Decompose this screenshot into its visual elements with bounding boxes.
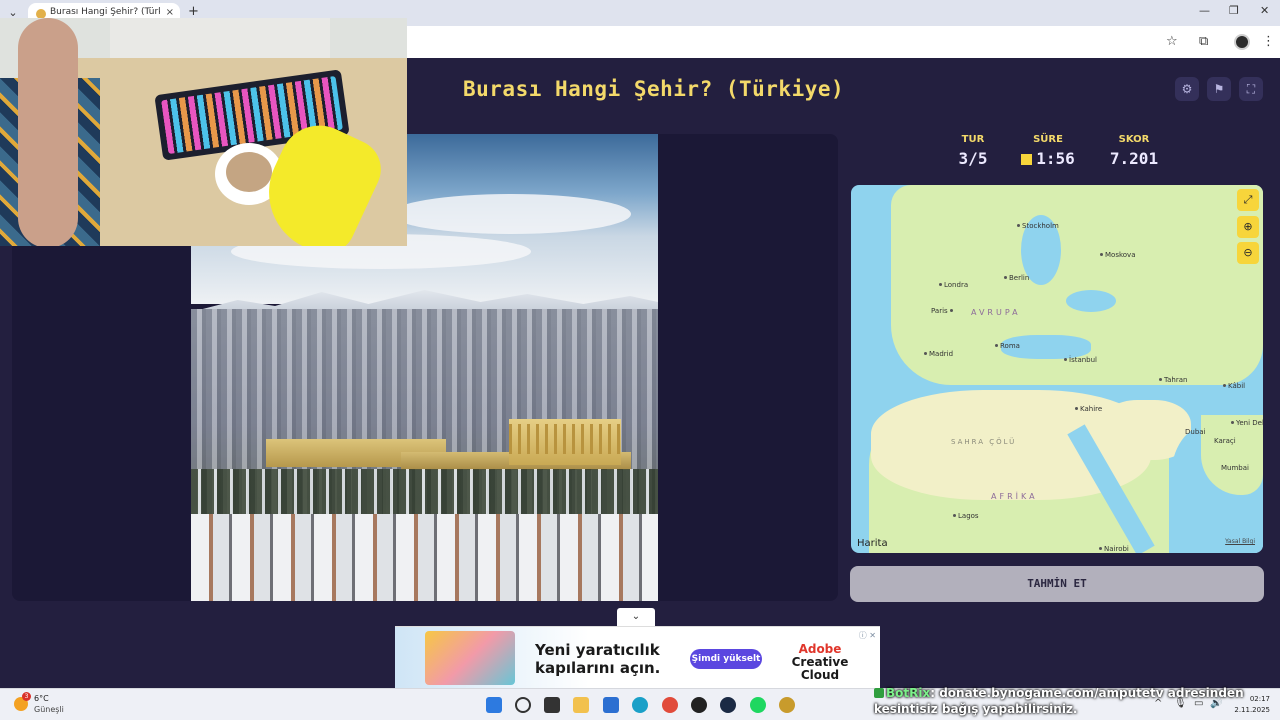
task-view-icon[interactable]	[544, 697, 560, 713]
city-label: Madrid	[924, 350, 953, 358]
city-label: Londra	[939, 281, 968, 289]
ad-illustration	[425, 631, 515, 685]
game-stats: TUR 3/5 SÜRE 1:56 SKOR 7.201	[948, 134, 1168, 174]
weather-temp: 6°C	[34, 694, 49, 703]
city-label: Karaçi	[1214, 437, 1236, 445]
close-window-button[interactable]: ✕	[1260, 4, 1269, 17]
time-value: 1:56	[1036, 149, 1075, 168]
fullscreen-icon: ⛶	[1246, 82, 1256, 96]
time-stat: SÜRE 1:56	[1016, 134, 1080, 168]
flag-icon: ⚑	[1213, 82, 1225, 96]
ad-cta-button[interactable]: Şimdi yükselt	[690, 649, 762, 669]
city-label: Yeni Del	[1231, 419, 1263, 427]
city-label: Roma	[995, 342, 1020, 350]
profile-avatar[interactable]	[1234, 34, 1250, 50]
start-icon[interactable]	[486, 697, 502, 713]
ad-info-icon[interactable]: ⓘ ✕	[859, 630, 876, 641]
chat-username: BotRix	[886, 686, 931, 700]
ad-brand: Adobe Creative Cloud	[775, 643, 865, 682]
region-label-sahara: SAHRA ÇÖLÜ	[951, 438, 1017, 446]
chat-message: BotRix: donate.bynogame.com/amputetv adr…	[874, 685, 1254, 717]
city-label: Moskova	[1100, 251, 1136, 259]
page-title: Burası Hangi Şehir? (Türkiye)	[463, 77, 845, 101]
browser-menu-icon[interactable]: ⋮	[1262, 34, 1275, 49]
search-icon[interactable]	[515, 697, 531, 713]
ad-headline: Yeni yaratıcılık kapılarını açın.	[535, 641, 661, 677]
timer-icon	[1021, 154, 1033, 165]
city-label: Kahire	[1075, 405, 1102, 413]
chat-text: : donate.bynogame.com/amputetv adresinde…	[874, 686, 1244, 716]
notification-badge: 3	[22, 692, 31, 701]
city-label: Stockholm	[1017, 222, 1059, 230]
round-value: 3/5	[958, 149, 988, 168]
city-label: Tahran	[1159, 376, 1187, 384]
map-brand: Harita	[857, 538, 888, 549]
bookmark-star-icon[interactable]: ☆	[1166, 34, 1178, 49]
city-label: Dubai	[1185, 428, 1206, 436]
expand-icon: ⤢	[1243, 193, 1253, 206]
score-label: SKOR	[1118, 134, 1150, 145]
city-label: İstanbul	[1064, 356, 1097, 364]
ad-collapse-button[interactable]: ⌄	[617, 608, 655, 626]
city-label: Nairobi	[1099, 545, 1129, 553]
tab-close-icon[interactable]: ×	[166, 7, 174, 18]
weather-desc: Güneşli	[34, 705, 64, 714]
map-legal-link[interactable]: Yasal Bilgi	[1225, 538, 1255, 545]
guess-map[interactable]: AVRUPA SAHRA ÇÖLÜ AFRİKA Stockholm Mosko…	[851, 185, 1263, 553]
file-explorer-icon[interactable]	[573, 697, 589, 713]
city-label: Mumbai	[1221, 464, 1249, 472]
map-zoom-out-button[interactable]: ⊖	[1237, 242, 1259, 264]
minimize-button[interactable]: —	[1199, 4, 1210, 17]
zoom-in-icon: ⊕	[1243, 220, 1253, 233]
steam-icon[interactable]	[720, 697, 736, 713]
time-label: SÜRE	[1033, 134, 1063, 145]
map-zoom-in-button[interactable]: ⊕	[1237, 216, 1259, 238]
round-stat: TUR 3/5	[948, 134, 998, 168]
extensions-icon[interactable]: ⧉	[1199, 34, 1208, 49]
zoom-out-icon: ⊖	[1243, 246, 1253, 259]
score-stat: SKOR 7.201	[1100, 134, 1168, 168]
obs-icon[interactable]	[691, 697, 707, 713]
league-icon[interactable]	[779, 697, 795, 713]
region-label-europe: AVRUPA	[971, 308, 1021, 317]
report-button[interactable]: ⚑	[1207, 77, 1231, 101]
city-label: Kâbil	[1223, 382, 1245, 390]
spotify-icon[interactable]	[750, 697, 766, 713]
webcam-overlay	[0, 18, 407, 246]
ad-banner[interactable]: Yeni yaratıcılık kapılarını açın. Şimdi …	[395, 626, 880, 688]
new-tab-button[interactable]: +	[188, 4, 199, 19]
city-label: Paris	[931, 307, 955, 315]
fullscreen-button[interactable]: ⛶	[1239, 77, 1263, 101]
region-label-africa: AFRİKA	[991, 492, 1038, 501]
restore-button[interactable]: ❐	[1229, 4, 1239, 17]
edge-icon[interactable]	[632, 697, 648, 713]
store-icon[interactable]	[603, 697, 619, 713]
tab-title: Burası Hangi Şehir? (Türkiye) -	[50, 7, 160, 17]
chrome-icon[interactable]	[662, 697, 678, 713]
round-label: TUR	[961, 134, 985, 145]
guess-button[interactable]: TAHMİN ET	[850, 566, 1264, 602]
city-label: Berlin	[1004, 274, 1029, 282]
ad-brand-bottom: Creative Cloud	[791, 655, 849, 682]
gear-icon: ⚙	[1181, 82, 1193, 96]
score-value: 7.201	[1109, 149, 1159, 168]
settings-button[interactable]: ⚙	[1175, 77, 1199, 101]
chevron-down-icon: ⌄	[631, 611, 641, 622]
city-label: Lagos	[953, 512, 979, 520]
map-expand-button[interactable]: ⤢	[1237, 189, 1259, 211]
stream-chat-overlay: BotRix: donate.bynogame.com/amputetv adr…	[874, 685, 1254, 720]
bot-badge-icon	[874, 688, 884, 698]
